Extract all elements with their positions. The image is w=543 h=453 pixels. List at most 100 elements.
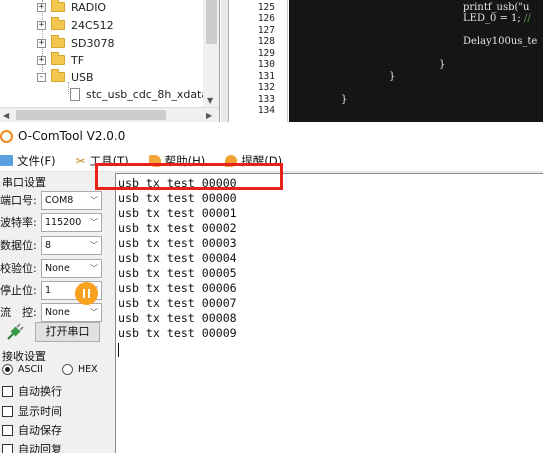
code-line[interactable]: }	[341, 94, 347, 105]
parity-row: 校验位: None ﹀	[0, 257, 115, 279]
receive-line: usb tx test 00008	[118, 311, 237, 325]
tree-item-label: RADIO	[71, 0, 107, 14]
tree-item-label: SD3078	[71, 36, 115, 50]
databits-select[interactable]: 8 ﹀	[41, 235, 102, 255]
show-time-checkbox[interactable]: 显示时间	[2, 403, 62, 419]
file-icon	[70, 87, 80, 101]
chevron-down-icon: ﹀	[90, 240, 98, 250]
code-editor[interactable]: printf_usb("u LED_0 = 1; // Delay100us_t…	[289, 0, 543, 122]
receive-line: usb tx test 00004	[118, 251, 237, 265]
parity-value: None	[45, 262, 70, 274]
tree-item-tf[interactable]: + TF	[37, 51, 84, 69]
plug-icon	[7, 323, 24, 340]
code-comment: //	[523, 13, 531, 24]
ascii-label: ASCII	[18, 364, 43, 375]
checkbox-icon	[2, 385, 13, 397]
tree-item-radio[interactable]: + RADIO	[37, 0, 106, 16]
expand-icon[interactable]: +	[37, 2, 46, 12]
tree-item-sd3078[interactable]: + SD3078	[37, 34, 114, 52]
receive-line: usb tx test 00003	[118, 236, 237, 250]
scroll-down-arrow-icon[interactable]: ▼	[207, 96, 213, 105]
tree-vertical-scrollbar[interactable]: ▼	[203, 0, 219, 107]
receive-line: usb tx test 00001	[118, 206, 237, 220]
title-bar[interactable]: O-ComTool V2.0.0	[0, 122, 543, 150]
collapse-icon[interactable]: -	[37, 72, 46, 82]
code-text: Delay100us_te	[463, 36, 538, 47]
checkbox-label: 自动保存	[18, 424, 62, 437]
baud-select[interactable]: 115200 ﹀	[41, 212, 102, 232]
code-line[interactable]: LED_0 = 1; //	[463, 13, 531, 24]
tree-item-24c512[interactable]: + 24C512	[37, 16, 114, 34]
line-number: 133	[257, 94, 275, 105]
code-line[interactable]: }	[389, 71, 395, 82]
tree-item-usb[interactable]: - USB	[37, 68, 94, 86]
folder-icon	[51, 0, 65, 12]
settings-panel: 串口设置 端口号: COM8 ﹀ 波特率: 115200 ﹀ 数据位: 8 ﹀ 校验位…	[0, 173, 115, 453]
code-line[interactable]: }	[439, 59, 445, 70]
app-logo-icon	[0, 129, 13, 143]
folder-icon	[51, 35, 65, 48]
line-number: 129	[257, 48, 275, 59]
flow-label: 流 控:	[0, 306, 37, 319]
expand-icon[interactable]: +	[37, 55, 46, 65]
line-number: 128	[257, 36, 275, 47]
pause-icon-bar	[88, 289, 90, 298]
line-number: 134	[257, 105, 275, 116]
code-text: }	[389, 71, 396, 82]
tree-item-label: 24C512	[71, 18, 114, 32]
open-port-button[interactable]: 打开串口	[35, 322, 100, 342]
code-line[interactable]: Delay100us_te	[463, 36, 537, 47]
scroll-right-arrow-icon[interactable]: ▶	[206, 111, 212, 120]
port-select[interactable]: COM8 ﹀	[41, 190, 102, 210]
auto-wrap-checkbox[interactable]: 自动换行	[2, 383, 62, 399]
parity-select[interactable]: None ﹀	[41, 258, 102, 278]
tree-item-label: USB	[71, 70, 94, 84]
radio-selected-icon	[2, 364, 13, 375]
expand-icon[interactable]: +	[37, 38, 46, 48]
scroll-left-arrow-icon[interactable]: ◀	[3, 111, 9, 120]
ascii-radio[interactable]: ASCII	[2, 364, 43, 375]
editor-line-numbers: 125 126 127 128 129 130 131 132 133 134	[230, 0, 288, 122]
line-number: 125	[257, 2, 275, 13]
databits-row: 数据位: 8 ﹀	[0, 234, 115, 256]
tree-item-label: stc_usb_cdc_8h_xdata.LIB	[86, 87, 220, 101]
receive-line: usb tx test 00009	[118, 326, 237, 340]
baud-label: 波特率:	[0, 216, 37, 229]
port-row: 端口号: COM8 ﹀	[0, 189, 115, 211]
checkbox-icon	[2, 405, 13, 417]
hex-label: HEX	[78, 364, 98, 375]
code-text: }	[341, 94, 348, 105]
receive-text-area[interactable]: usb tx test 00000 usb tx test 00000 usb …	[115, 173, 543, 453]
receive-line: usb tx test 00000	[118, 191, 237, 205]
scrollbar-thumb[interactable]	[16, 110, 166, 120]
checkbox-label: 自动回复	[18, 443, 62, 453]
code-text: printf_usb("u	[463, 2, 530, 13]
tree-item-lib-file[interactable]: stc_usb_cdc_8h_xdata.LIB	[70, 85, 220, 103]
baud-row: 波特率: 115200 ﹀	[0, 211, 115, 233]
auto-save-checkbox[interactable]: 自动保存	[2, 422, 62, 438]
serial-settings-title: 串口设置	[2, 176, 46, 189]
pause-button[interactable]	[75, 282, 98, 305]
flow-select[interactable]: None ﹀	[41, 302, 102, 322]
port-value: COM8	[45, 194, 74, 206]
tools-icon: ✂	[75, 153, 86, 168]
stopbits-value: 1	[45, 284, 52, 296]
hex-radio[interactable]: HEX	[62, 364, 98, 375]
chevron-down-icon: ﹀	[90, 263, 98, 273]
tree-horizontal-scrollbar[interactable]: ◀ ▶	[0, 107, 219, 122]
menu-file[interactable]: 文件(F)	[0, 153, 56, 169]
line-number: 131	[257, 71, 275, 82]
auto-reply-checkbox[interactable]: 自动回复	[2, 441, 62, 453]
receive-settings-title: 接收设置	[2, 350, 46, 363]
tree-item-label: TF	[71, 53, 85, 67]
folder-icon	[51, 52, 65, 65]
project-tree: + RADIO + 24C512 + SD3078 + TF - USB stc…	[0, 0, 220, 122]
scrollbar-thumb[interactable]	[206, 0, 217, 44]
menu-label: 文件(F)	[17, 153, 56, 168]
expand-icon[interactable]: +	[37, 20, 46, 30]
code-line[interactable]: printf_usb("u	[463, 2, 529, 13]
folder-open-icon	[51, 69, 65, 82]
radio-unselected-icon	[62, 364, 73, 375]
code-text: LED_0 = 1;	[463, 13, 524, 24]
text-caret	[118, 343, 119, 357]
